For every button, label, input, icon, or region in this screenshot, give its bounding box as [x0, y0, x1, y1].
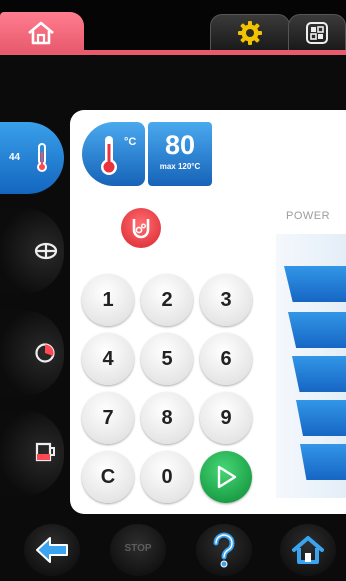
home-icon	[292, 536, 324, 564]
temperature-setpoint: 80	[164, 130, 196, 160]
rail-fan[interactable]	[0, 208, 64, 294]
temperature-unit: °C	[124, 136, 137, 148]
rail-timer[interactable]	[0, 310, 64, 396]
rail-temperature[interactable]: 44	[0, 122, 64, 194]
home-button[interactable]	[280, 524, 336, 576]
fan-icon	[34, 242, 58, 260]
key-3[interactable]: 3	[200, 274, 252, 326]
key-8[interactable]: 8	[141, 392, 193, 444]
gear-icon	[238, 20, 262, 45]
key-5[interactable]: 5	[141, 333, 193, 385]
temperature-setpoint-display[interactable]: 80 max 120°C	[148, 122, 212, 186]
home-icon	[28, 21, 54, 45]
power-level-2[interactable]	[296, 400, 346, 436]
cooking-panel: °C 80 max 120°C POWER 1 2 3 4 5 6 7 8 9 …	[70, 110, 346, 514]
key-0[interactable]: 0	[141, 451, 193, 503]
power-level-1[interactable]	[300, 444, 346, 480]
key-clear[interactable]: C	[82, 451, 134, 503]
key-2[interactable]: 2	[141, 274, 193, 326]
key-1[interactable]: 1	[82, 274, 134, 326]
probe-icon	[132, 219, 150, 239]
home-tab[interactable]	[0, 12, 84, 52]
thermometer-icon	[37, 143, 47, 172]
timer-icon	[35, 343, 55, 363]
core-probe-button[interactable]	[121, 208, 161, 248]
key-4[interactable]: 4	[82, 333, 134, 385]
play-icon	[217, 465, 237, 489]
back-arrow-icon	[36, 537, 68, 563]
stop-button[interactable]: STOP	[110, 524, 166, 576]
help-button[interactable]	[196, 524, 252, 576]
thermometer-icon	[101, 136, 117, 175]
temperature-mode-button[interactable]: °C	[82, 122, 145, 186]
rail-cup[interactable]	[0, 410, 64, 496]
programs-tab[interactable]	[288, 14, 346, 50]
cup-icon	[35, 442, 55, 462]
current-temperature: 44	[9, 152, 21, 163]
power-slider[interactable]	[276, 234, 346, 498]
power-level-4[interactable]	[288, 312, 346, 348]
power-level-3[interactable]	[292, 356, 346, 392]
settings-tab[interactable]	[210, 14, 290, 50]
top-bar	[0, 0, 346, 56]
key-7[interactable]: 7	[82, 392, 134, 444]
stop-label: STOP	[124, 543, 152, 554]
help-icon	[213, 532, 235, 568]
grid-icon	[306, 21, 328, 44]
power-label: POWER	[286, 210, 331, 222]
key-6[interactable]: 6	[200, 333, 252, 385]
back-button[interactable]	[24, 524, 80, 576]
temperature-max-label: max 120°C	[159, 162, 201, 171]
key-9[interactable]: 9	[200, 392, 252, 444]
start-button[interactable]	[200, 451, 252, 503]
power-level-5[interactable]	[284, 266, 346, 302]
